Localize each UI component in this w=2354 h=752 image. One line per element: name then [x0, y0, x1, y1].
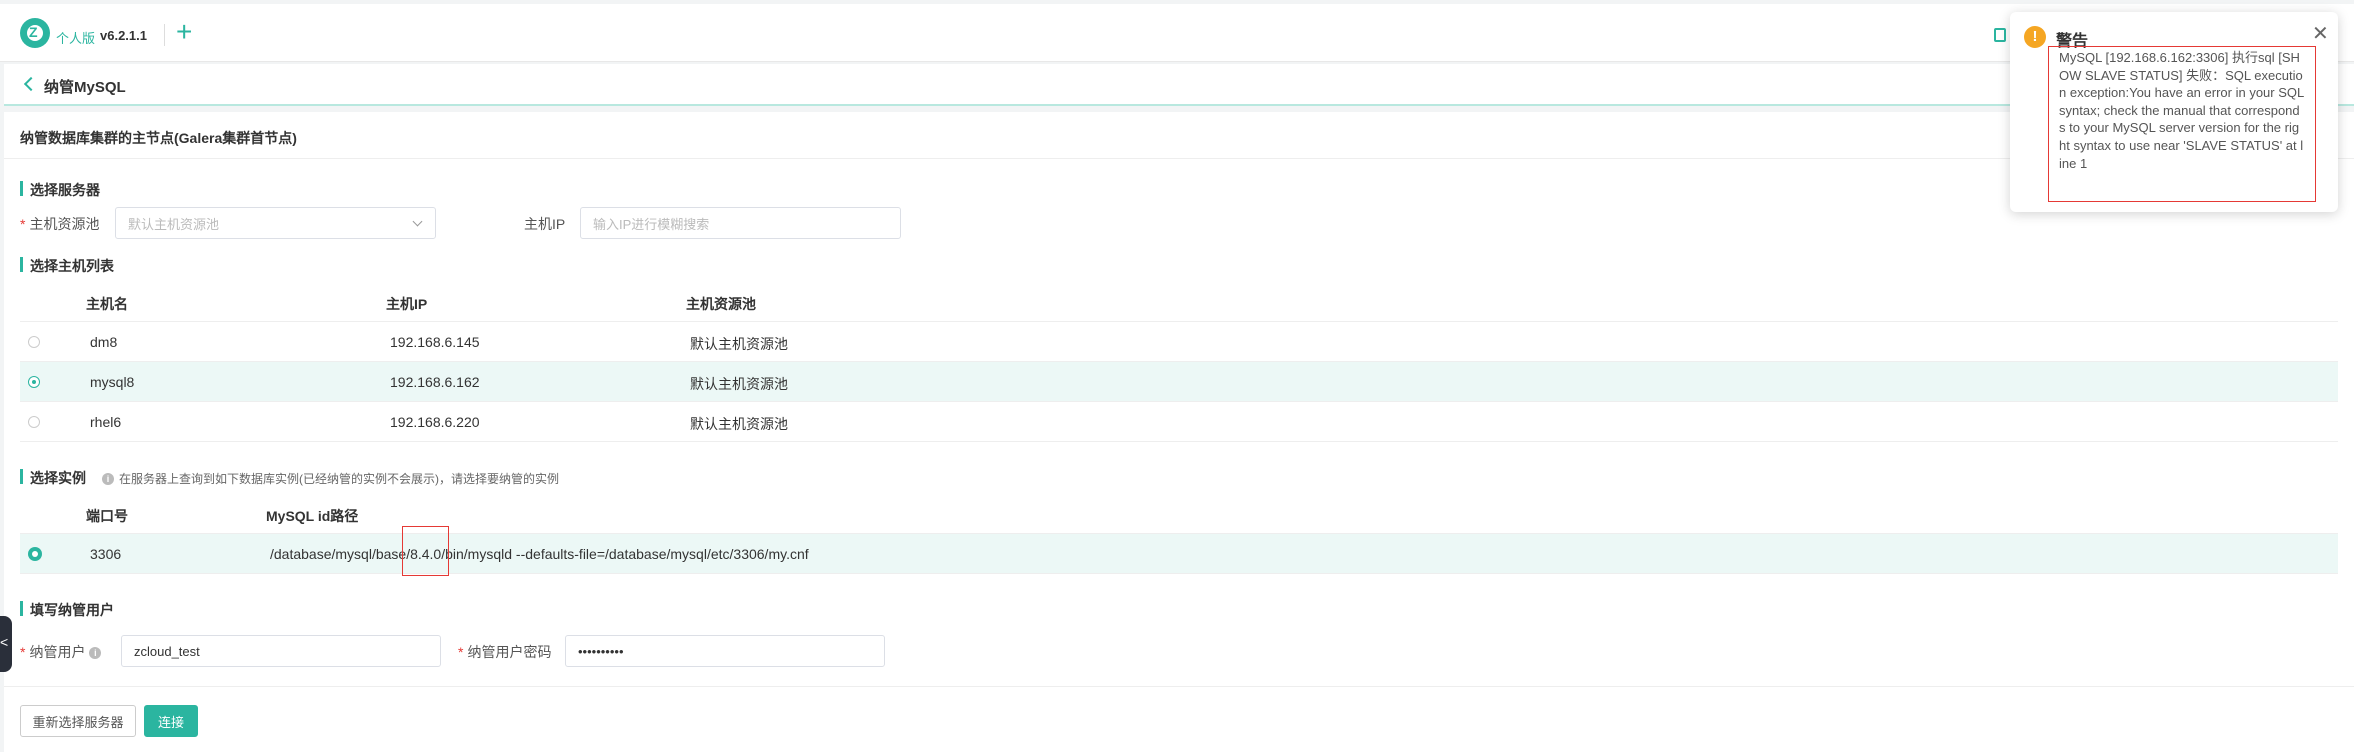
- connect-button[interactable]: 连接: [144, 705, 198, 737]
- back-icon[interactable]: [23, 76, 39, 92]
- pool-label: * 主机资源池: [20, 216, 100, 232]
- section-title-instance: 选择实例: [20, 468, 86, 488]
- column-header-ip: 主机IP: [386, 296, 428, 312]
- side-collapse-tab[interactable]: <: [0, 616, 12, 672]
- user-label: * 纳管用户 i: [20, 642, 106, 662]
- logo-icon: Z: [20, 18, 50, 48]
- section-title-server: 选择服务器: [20, 180, 100, 200]
- host-ip: 192.168.6.162: [390, 374, 480, 390]
- pool-select[interactable]: 默认主机资源池: [115, 207, 436, 239]
- host-ip: 192.168.6.220: [390, 414, 480, 430]
- add-tab-button[interactable]: +: [176, 18, 192, 46]
- column-header-hostname: 主机名: [86, 296, 128, 312]
- table-row[interactable]: 3306 /database/mysql/base/8.4.0/bin/mysq…: [20, 534, 2338, 574]
- host-ip: 192.168.6.145: [390, 334, 480, 350]
- top-bar: Z 个人版 v6.2.1.1 +: [0, 4, 2354, 62]
- section-title-host-list: 选择主机列表: [20, 256, 114, 276]
- column-header-port: 端口号: [86, 508, 128, 524]
- divider: [4, 158, 2354, 159]
- divider: [4, 686, 2354, 687]
- ip-search-input[interactable]: 输入IP进行模糊搜索: [580, 207, 901, 239]
- host-pool: 默认主机资源池: [690, 416, 788, 432]
- table-row[interactable]: mysql8 192.168.6.162 默认主机资源池: [20, 362, 2338, 402]
- info-icon: i: [89, 647, 102, 659]
- close-icon[interactable]: ✕: [2312, 24, 2329, 44]
- chevron-down-icon: [412, 216, 423, 227]
- info-icon: i: [102, 473, 114, 485]
- page-title: 纳管MySQL: [44, 79, 126, 96]
- ip-label: 主机IP: [524, 216, 566, 232]
- host-radio[interactable]: [28, 376, 40, 388]
- password-input[interactable]: ••••••••••: [565, 635, 885, 667]
- page-header: 纳管MySQL: [4, 64, 2354, 106]
- version-label: v6.2.1.1: [100, 28, 147, 43]
- instance-radio[interactable]: [28, 547, 42, 561]
- divider: [164, 24, 165, 46]
- instance-hint: i 在服务器上查询到如下数据库实例(已经纳管的实例不会展示)，请选择要纳管的实例: [102, 470, 559, 487]
- reselect-server-button[interactable]: 重新选择服务器: [20, 705, 136, 737]
- column-header-pool: 主机资源池: [686, 296, 756, 312]
- column-header-path: MySQL id路径: [266, 508, 359, 524]
- highlight-box: [402, 526, 449, 576]
- username-input[interactable]: zcloud_test: [121, 635, 441, 667]
- host-pool: 默认主机资源池: [690, 376, 788, 392]
- host-radio[interactable]: [28, 416, 40, 428]
- chevron-left-icon: <: [0, 634, 9, 650]
- instance-path: /database/mysql/base/8.4.0/bin/mysqld --…: [270, 546, 809, 562]
- main-card: 纳管数据库集群的主节点(Galera集群首节点) 选择服务器 * 主机资源池 默认…: [4, 112, 2354, 752]
- host-radio[interactable]: [28, 336, 40, 348]
- document-icon[interactable]: [1994, 28, 2006, 42]
- card-title: 纳管数据库集群的主节点(Galera集群首节点): [20, 130, 297, 146]
- table-row[interactable]: dm8 192.168.6.145 默认主机资源池: [20, 322, 2338, 362]
- warning-icon: !: [2024, 26, 2046, 48]
- instance-port: 3306: [90, 546, 122, 562]
- edition-label: 个人版: [56, 31, 96, 46]
- section-title-user: 填写纳管用户: [20, 600, 114, 620]
- host-name: rhel6: [90, 414, 122, 430]
- host-pool: 默认主机资源池: [690, 336, 788, 352]
- toast-message: MySQL [192.168.6.162:3306] 执行sql [SHOW S…: [2048, 46, 2316, 202]
- table-row[interactable]: rhel6 192.168.6.220 默认主机资源池: [20, 402, 2338, 442]
- warning-toast: ! 警告 ✕ MySQL [192.168.6.162:3306] 执行sql …: [2010, 12, 2338, 212]
- password-label: * 纳管用户密码: [458, 644, 552, 660]
- host-name: mysql8: [90, 374, 135, 390]
- host-name: dm8: [90, 334, 118, 350]
